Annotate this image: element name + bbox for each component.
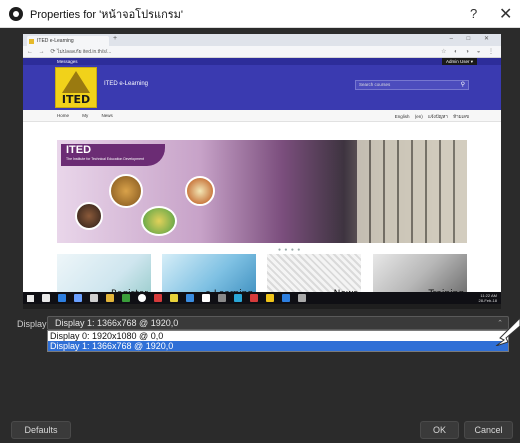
- windows-start-icon: [27, 294, 34, 302]
- captured-taskbar: 11:22 AM 28-Feb-18: [23, 292, 501, 304]
- logo-text: ITED: [61, 93, 91, 106]
- site-nav-left: Home My News: [57, 113, 113, 118]
- taskbar-app-icon: [58, 294, 66, 302]
- browser-window-controls: – □ ✕: [449, 36, 495, 42]
- site-topbar: Messages Admin User ▾: [23, 58, 501, 65]
- site-user-menu: Admin User ▾: [441, 58, 477, 65]
- browser-toolbar: ← → ⟳ ไม่ปลอดภัย ited.in.th/s/... ☆ ◐ ◑ …: [23, 46, 501, 58]
- display-option-0[interactable]: Display 0: 1920x1080 @ 0,0: [48, 331, 508, 341]
- taskbar-app-icon: [42, 294, 50, 302]
- taskbar-app-icon: [250, 294, 258, 302]
- taskbar-app-icon: [90, 294, 98, 302]
- display-option-1[interactable]: Display 1: 1366x768 @ 1920,0: [48, 341, 508, 351]
- taskbar-app-icon: [218, 294, 226, 302]
- carousel-dots: ● ● ● ●: [278, 247, 302, 253]
- site-name: ITED e-Learning: [104, 81, 149, 87]
- taskbar-app-icon: [106, 294, 114, 302]
- defaults-button[interactable]: Defaults: [11, 421, 71, 439]
- taskbar-app-icon: [202, 294, 210, 302]
- source-preview: ITED e-Learning + – □ ✕ ← → ⟳ ไม่ปลอดภัย…: [23, 34, 501, 309]
- banner-circle-image: [185, 176, 215, 206]
- site-search: Search courses: [355, 80, 469, 90]
- window-title: Properties for 'หน้าจอโปรแกรม': [30, 8, 183, 21]
- taskbar-app-icon: [138, 294, 146, 302]
- banner-circle-image: [75, 202, 103, 230]
- display-select[interactable]: Display 1: 1366x768 @ 1920,0 ⌃: [47, 316, 509, 330]
- taskbar-app-icon: [234, 294, 242, 302]
- browser-tab: ITED e-Learning: [27, 36, 109, 46]
- taskbar-app-icon: [74, 294, 82, 302]
- mouse-cursor-icon: [495, 317, 520, 346]
- taskbar-app-icon: [122, 294, 130, 302]
- help-button[interactable]: ?: [470, 6, 477, 21]
- ok-button[interactable]: OK: [420, 421, 459, 439]
- captured-browser-window: ITED e-Learning + – □ ✕ ← → ⟳ ไม่ปลอดภัย…: [23, 34, 501, 299]
- taskbar-date: 28-Feb-18: [478, 298, 497, 303]
- site-messages: Messages: [57, 59, 78, 64]
- banner-circle-image: [109, 174, 143, 208]
- banner-label: ITED The Institute for Technical Educati…: [61, 144, 165, 166]
- display-dropdown-list: Display 0: 1920x1080 @ 0,0 Display 1: 13…: [47, 330, 509, 352]
- site-header: ITED ITED e-Learning Search courses: [23, 65, 501, 110]
- banner-title: ITED: [66, 144, 92, 156]
- taskbar-app-icon: [282, 294, 290, 302]
- window-title-bar: Properties for 'หน้าจอโปรแกรม' ? ✕: [0, 0, 520, 28]
- browser-tabbar: ITED e-Learning + – □ ✕: [23, 34, 501, 46]
- banner-subtitle: The Institute for Technical Education De…: [66, 157, 144, 161]
- site-nav: Home My News English (en) แจ้งปัญหา ห้าม…: [23, 110, 501, 122]
- browser-nav-icons: ← → ⟳: [27, 49, 58, 55]
- taskbar-app-icon: [298, 294, 306, 302]
- display-select-value: Display 1: 1366x768 @ 1920,0: [55, 318, 179, 328]
- cancel-button[interactable]: Cancel: [464, 421, 513, 439]
- taskbar-clock: 11:22 AM 28-Feb-18: [479, 293, 497, 303]
- close-button[interactable]: ✕: [499, 4, 512, 24]
- site-nav-right: English (en) แจ้งปัญหา ห้ามเลข: [394, 114, 469, 119]
- taskbar-app-icon: [170, 294, 178, 302]
- browser-url: ไม่ปลอดภัย ited.in.th/s/...: [57, 49, 112, 55]
- taskbar-app-icon: [266, 294, 274, 302]
- new-tab-icon: +: [113, 35, 118, 42]
- banner-circle-image: [141, 206, 177, 236]
- obs-logo-icon: [9, 6, 23, 21]
- ited-logo: ITED: [55, 67, 97, 108]
- banner-building-image: [357, 140, 467, 243]
- taskbar-app-icon: [154, 294, 162, 302]
- display-label: Display: [17, 319, 47, 329]
- logo-triangle-icon: [62, 71, 90, 93]
- taskbar-app-icon: [186, 294, 194, 302]
- site-banner: ITED The Institute for Technical Educati…: [57, 140, 467, 243]
- browser-extension-icons: ☆ ◐ ◑ ◒ ⋮: [441, 49, 497, 55]
